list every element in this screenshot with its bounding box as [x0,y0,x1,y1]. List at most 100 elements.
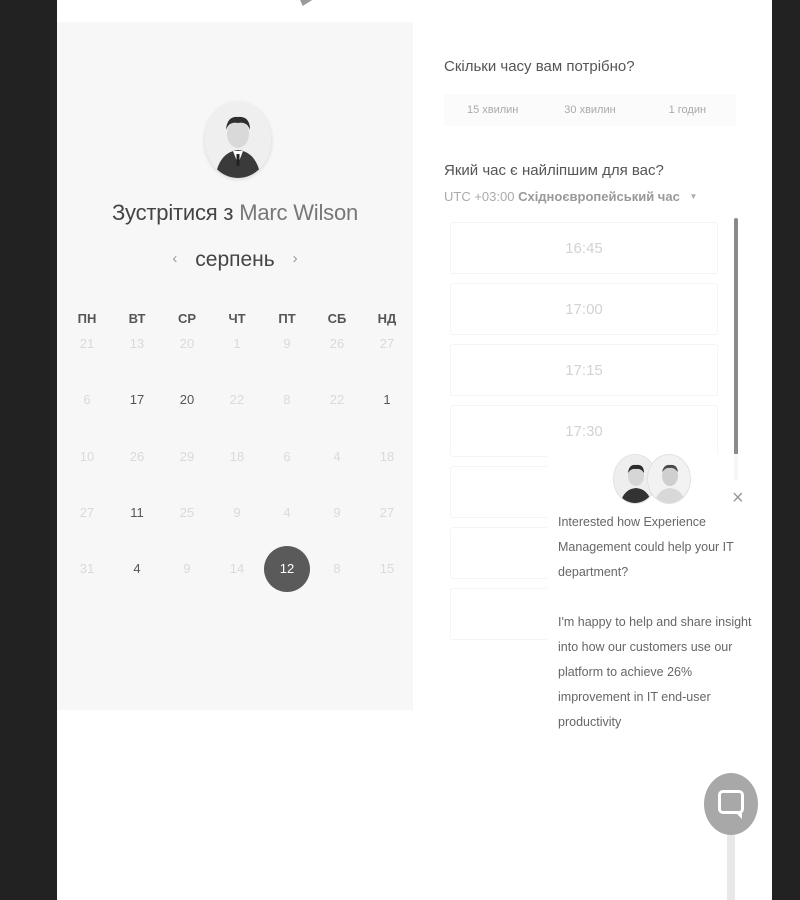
calendar-day-unavailable: 29 [162,447,212,467]
calendar-day-number: 8 [333,561,341,576]
calendar-day-number: 4 [333,449,341,464]
weekday-wed: СР [177,311,197,326]
time-slot[interactable]: 16:45 [450,222,718,274]
calendar-day-number: 11 [130,505,144,520]
calendar-day-number: 25 [179,505,195,520]
calendar-day-available[interactable]: 1 [362,390,412,410]
calendar-day-unavailable: 13 [112,334,162,354]
calendar-day-unavailable: 18 [362,447,412,467]
calendar-day-number: 14 [229,561,245,576]
calendar-week-row: 6 17 20 22 8 22 1 [62,390,412,410]
chat-bubble-tail [734,811,742,819]
calendar-day-available[interactable]: 11 [112,503,162,523]
calendar-day-unavailable: 6 [262,447,312,467]
calendar-day-number: 26 [329,336,345,351]
calendar-day-number: 6 [283,449,291,464]
calendar-day-number: 1 [233,336,241,351]
calendar-day-number: 4 [283,505,291,520]
agent-avatar [647,454,691,504]
weekday-header: ПН ВТ СР ЧТ ПТ СБ НД [62,311,412,326]
calendar-day-selected[interactable]: 12 [262,546,312,592]
calendar-day-unavailable: 9 [162,559,212,579]
calendar-day-unavailable: 4 [262,503,312,523]
chat-message: Interested how Experience Management cou… [558,510,753,735]
calendar-week-row: 31 4 9 14 12 8 15 [62,546,412,592]
prev-month-icon[interactable]: ‹ [160,250,189,267]
meeting-title: Зустрітися з Marc Wilson [57,200,413,226]
calendar-day-number: 26 [129,449,145,464]
calendar-week-row: 10 26 29 18 6 4 18 [62,447,412,467]
calendar-week-row: 21 13 20 1 9 26 27 [62,334,412,354]
calendar-day-unavailable: 27 [362,503,412,523]
calendar-day-number: 18 [379,449,395,464]
calendar-day-unavailable: 4 [312,447,362,467]
calendar-day-unavailable: 8 [262,390,312,410]
host-avatar [205,102,271,178]
calendar-day-unavailable: 15 [362,559,412,579]
calendar-day-unavailable: 27 [62,503,112,523]
calendar-day-unavailable: 9 [262,334,312,354]
chat-launcher-button[interactable] [704,773,758,835]
calendar-day-unavailable: 20 [162,334,212,354]
calendar-panel: Зустрітися з Marc Wilson ‹ серпень › ПН … [57,22,413,710]
calendar-day-number: 15 [379,561,395,576]
calendar-day-number: 20 [179,336,195,351]
calendar-day-unavailable: 1 [212,334,262,354]
calendar-day-unavailable: 9 [212,503,262,523]
chat-popup: × Interested how Experience Management c… [547,454,752,744]
calendar-day-number: 17 [129,392,145,407]
calendar-day-number: 27 [379,505,395,520]
time-question: Який час є найліпшим для вас? [444,162,664,179]
calendar-day-unavailable: 31 [62,559,112,579]
month-navigation: ‹ серпень › [57,248,413,272]
calendar-day-unavailable: 6 [62,390,112,410]
calendar-day-unavailable: 10 [62,447,112,467]
chat-launcher-stem [727,835,735,900]
calendar-day-number: 27 [79,505,95,520]
weekday-sat: СБ [327,311,347,326]
calendar-day-unavailable: 21 [62,334,112,354]
calendar-day-number: 8 [283,392,291,407]
calendar-day-number: 13 [129,336,145,351]
calendar-day-number: 27 [379,336,395,351]
calendar-day-number: 9 [283,336,291,351]
scheduler-page: Зустрітися з Marc Wilson ‹ серпень › ПН … [57,0,772,900]
calendar-day-number: 9 [233,505,241,520]
time-slot[interactable]: 17:00 [450,283,718,335]
calendar-day-number: 9 [183,561,191,576]
calendar-day-number: 29 [179,449,195,464]
calendar-day-number: 31 [79,561,95,576]
top-pointer-shape [294,0,316,6]
time-slot[interactable]: 17:15 [450,344,718,396]
calendar-day-available[interactable]: 20 [162,390,212,410]
time-slot[interactable]: 17:30 [450,405,718,457]
calendar-week-row: 27 11 25 9 4 9 27 [62,503,412,523]
calendar-day-number: 4 [133,561,141,576]
calendar-day-unavailable: 22 [312,390,362,410]
calendar-day-number: 22 [229,392,245,407]
chevron-down-icon: ▼ [689,192,698,201]
calendar-day-number: 21 [79,336,95,351]
weekday-mon: ПН [77,311,97,326]
weekday-sun: НД [377,311,397,326]
calendar-day-available[interactable]: 17 [112,390,162,410]
duration-option-15[interactable]: 15 хвилин [444,94,541,126]
next-month-icon[interactable]: › [281,250,310,267]
weekday-fri: ПТ [278,311,296,326]
timezone-select[interactable]: UTC +03:00 Східноєвропейський час ▼ [444,189,697,204]
calendar-day-number: 22 [329,392,345,407]
timezone-name: Східноєвропейський час [518,189,680,204]
calendar-day-unavailable: 22 [212,390,262,410]
close-icon[interactable]: × [732,488,744,508]
calendar-day-number: 18 [229,449,245,464]
calendar-day-number: 10 [79,449,95,464]
time-slot-scrollbar[interactable] [734,218,738,480]
weekday-thu: ЧТ [228,311,246,326]
calendar-day-unavailable: 25 [162,503,212,523]
calendar-day-available[interactable]: 4 [112,559,162,579]
calendar-day-number: 9 [333,505,341,520]
duration-option-30[interactable]: 30 хвилин [541,94,638,126]
duration-option-60[interactable]: 1 годин [639,94,736,126]
calendar-day-unavailable: 26 [112,447,162,467]
calendar-day-number: 1 [383,392,391,407]
